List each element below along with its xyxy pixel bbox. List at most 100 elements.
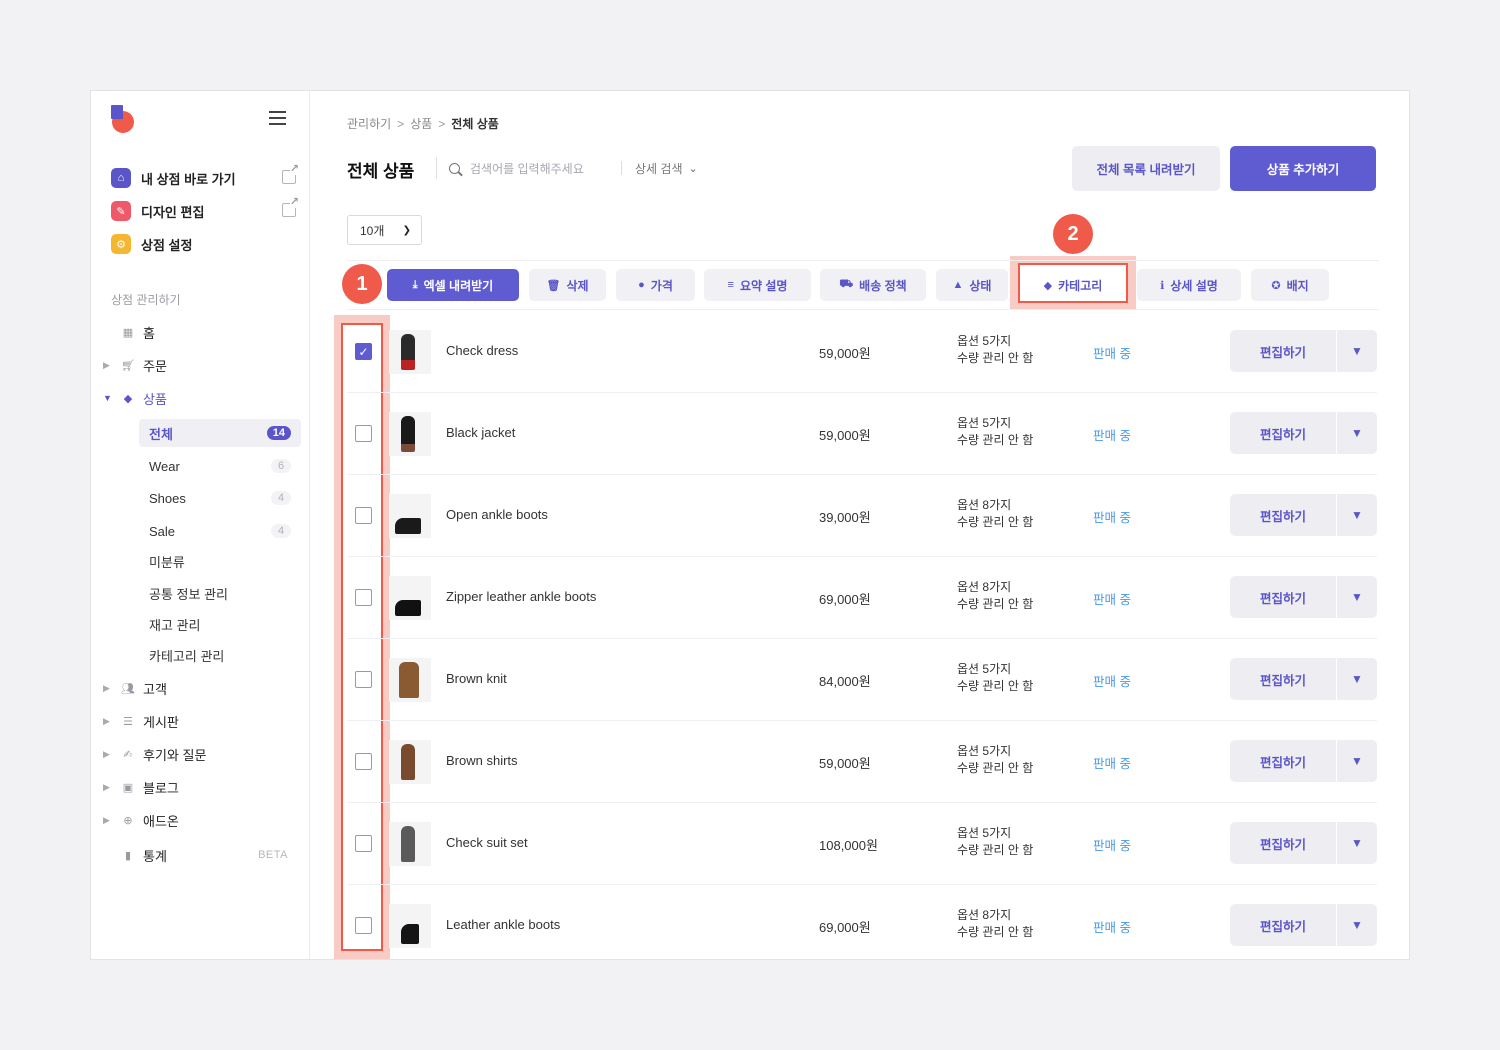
table-row[interactable]: Brown knit 84,000원 옵션 5가지 수량 관리 안 함 판매 중 … xyxy=(347,639,1377,721)
sidebar-item-category-manage[interactable]: 카테고리 관리 xyxy=(139,641,301,669)
edit-button[interactable]: 편집하기 xyxy=(1230,822,1336,864)
chevron-down-icon[interactable]: ▼ xyxy=(1337,658,1377,700)
chevron-down-icon: ⌄ xyxy=(688,162,698,175)
table-row[interactable]: Leather ankle boots 69,000원 옵션 8가지 수량 관리 … xyxy=(347,885,1377,959)
table-row[interactable]: Brown shirts 59,000원 옵션 5가지 수량 관리 안 함 판매 … xyxy=(347,721,1377,803)
table-row[interactable]: ✓ Check dress 59,000원 옵션 5가지 수량 관리 안 함 판매… xyxy=(347,311,1377,393)
sidebar-item-all[interactable]: 전체 14 xyxy=(139,419,301,447)
chevron-down-icon[interactable]: ▼ xyxy=(1337,740,1377,782)
row-checkbox[interactable] xyxy=(355,589,372,606)
nav-customers[interactable]: ▶ 👥︎ 고객 xyxy=(91,675,310,701)
product-options: 옵션 8가지 수량 관리 안 함 xyxy=(957,580,1034,611)
chevron-down-icon[interactable]: ▼ xyxy=(1337,412,1377,454)
chevron-down-icon[interactable]: ▼ xyxy=(1337,904,1377,946)
product-name[interactable]: Check dress xyxy=(446,343,518,358)
edit-button[interactable]: 편집하기 xyxy=(1230,412,1336,454)
product-thumbnail[interactable] xyxy=(389,494,431,538)
nav-products[interactable]: ▼ ◆ 상품 xyxy=(91,385,310,411)
table-row[interactable]: Check suit set 108,000원 옵션 5가지 수량 관리 안 함 … xyxy=(347,803,1377,885)
nav-blog[interactable]: ▶ ▣ 블로그 xyxy=(91,774,310,800)
breadcrumb-item[interactable]: 상품 xyxy=(410,115,432,132)
product-name[interactable]: Brown shirts xyxy=(446,753,518,768)
product-price: 59,000원 xyxy=(819,428,871,443)
table-row[interactable]: Zipper leather ankle boots 69,000원 옵션 8가… xyxy=(347,557,1377,639)
sub-label: 재고 관리 xyxy=(149,617,201,633)
product-options: 옵션 8가지 수량 관리 안 함 xyxy=(957,498,1034,529)
row-checkbox[interactable] xyxy=(355,835,372,852)
search-input[interactable]: 검색어를 입력해주세요 xyxy=(449,157,624,179)
blog-icon: ▣ xyxy=(122,781,134,794)
row-checkbox[interactable] xyxy=(355,917,372,934)
product-thumbnail[interactable] xyxy=(389,576,431,620)
product-name[interactable]: Zipper leather ankle boots xyxy=(446,589,596,604)
nav-addon[interactable]: ▶ ⊕ 애드온 xyxy=(91,807,310,833)
detail-description-button[interactable]: ℹ 상세 설명 xyxy=(1137,269,1241,301)
nav-home[interactable]: ▦ 홈 xyxy=(91,319,310,345)
product-name[interactable]: Black jacket xyxy=(446,425,515,440)
hamburger-menu-icon[interactable] xyxy=(269,111,286,125)
shipping-policy-button[interactable]: ⛟ 배송 정책 xyxy=(820,269,926,301)
product-thumbnail[interactable] xyxy=(389,658,431,702)
excel-download-button[interactable]: ⤓ 엑셀 내려받기 xyxy=(387,269,519,301)
product-name[interactable]: Check suit set xyxy=(446,835,528,850)
edit-button[interactable]: 편집하기 xyxy=(1230,740,1336,782)
add-product-button[interactable]: 상품 추가하기 xyxy=(1230,146,1376,191)
logo[interactable] xyxy=(109,105,135,133)
row-checkbox[interactable] xyxy=(355,507,372,524)
price-button[interactable]: ● 가격 xyxy=(616,269,695,301)
quick-link-label: 디자인 편집 xyxy=(141,204,205,220)
sidebar-item-sale[interactable]: Sale 4 xyxy=(139,517,301,545)
product-name[interactable]: Open ankle boots xyxy=(446,507,548,522)
product-thumbnail[interactable] xyxy=(389,904,431,948)
product-name[interactable]: Brown knit xyxy=(446,671,507,686)
per-page-select[interactable]: 10개 ❯ xyxy=(347,215,422,245)
quick-link-store-settings[interactable]: ⚙ 상점 설정 xyxy=(111,233,296,255)
nav-reviews[interactable]: ▶ ✍︎ 후기와 질문 xyxy=(91,741,310,767)
quick-link-my-store[interactable]: ⌂ 내 상점 바로 가기 xyxy=(111,164,299,189)
table-row[interactable]: Black jacket 59,000원 옵션 5가지 수량 관리 안 함 판매 … xyxy=(347,393,1377,475)
product-thumbnail[interactable] xyxy=(389,412,431,456)
category-button[interactable]: ◆ 카테고리 xyxy=(1021,269,1125,301)
breadcrumb-item[interactable]: 관리하기 xyxy=(347,115,391,132)
chevron-down-icon[interactable]: ▼ xyxy=(1337,330,1377,372)
sidebar-item-shoes[interactable]: Shoes 4 xyxy=(139,484,301,512)
sidebar-item-uncategorized[interactable]: 미분류 xyxy=(139,547,301,575)
edit-button[interactable]: 편집하기 xyxy=(1230,658,1336,700)
detail-search-toggle[interactable]: 상세 검색 ⌄ xyxy=(635,157,698,179)
summary-button[interactable]: ≡ 요약 설명 xyxy=(704,269,811,301)
sidebar-item-wear[interactable]: Wear 6 xyxy=(139,452,301,480)
row-checkbox[interactable] xyxy=(355,425,372,442)
product-thumbnail[interactable] xyxy=(389,822,431,866)
chevron-down-icon[interactable]: ▼ xyxy=(1337,576,1377,618)
edit-button[interactable]: 편집하기 xyxy=(1230,494,1336,536)
count-badge: 4 xyxy=(271,524,291,538)
product-thumbnail[interactable] xyxy=(389,740,431,784)
external-link-icon[interactable] xyxy=(282,197,299,217)
nav-orders[interactable]: ▶ 🛒︎ 주문 xyxy=(91,352,310,378)
row-checkbox[interactable] xyxy=(355,671,372,688)
row-checkbox[interactable]: ✓ xyxy=(355,343,372,360)
edit-button[interactable]: 편집하기 xyxy=(1230,330,1336,372)
table-row[interactable]: Open ankle boots 39,000원 옵션 8가지 수량 관리 안 함… xyxy=(347,475,1377,557)
badge-button[interactable]: ✪ 배지 xyxy=(1251,269,1329,301)
chevron-down-icon[interactable]: ▼ xyxy=(1337,494,1377,536)
external-link-icon[interactable] xyxy=(282,164,299,184)
sidebar-item-common-info[interactable]: 공통 정보 관리 xyxy=(139,579,301,607)
status-button[interactable]: ▲ 상태 xyxy=(936,269,1008,301)
edit-button[interactable]: 편집하기 xyxy=(1230,904,1336,946)
nav-stats[interactable]: ▮ 통계 BETA xyxy=(91,842,310,868)
sidebar-item-inventory[interactable]: 재고 관리 xyxy=(139,610,301,638)
quick-link-design-edit[interactable]: ✎ 디자인 편집 xyxy=(111,197,299,222)
product-thumbnail[interactable] xyxy=(389,330,431,374)
status-badge: 판매 중 xyxy=(1093,921,1131,935)
nav-board[interactable]: ▶ ☰ 게시판 xyxy=(91,708,310,734)
product-name[interactable]: Leather ankle boots xyxy=(446,917,560,932)
edit-button[interactable]: 편집하기 xyxy=(1230,576,1336,618)
delete-button[interactable]: 🗑︎ 삭제 xyxy=(529,269,606,301)
pen-icon: ✍︎ xyxy=(123,748,133,761)
download-all-button[interactable]: 전체 목록 내려받기 xyxy=(1072,146,1220,191)
button-label: 상태 xyxy=(969,278,992,293)
row-checkbox[interactable] xyxy=(355,753,372,770)
badge-icon: ✪ xyxy=(1271,279,1281,292)
chevron-down-icon[interactable]: ▼ xyxy=(1337,822,1377,864)
